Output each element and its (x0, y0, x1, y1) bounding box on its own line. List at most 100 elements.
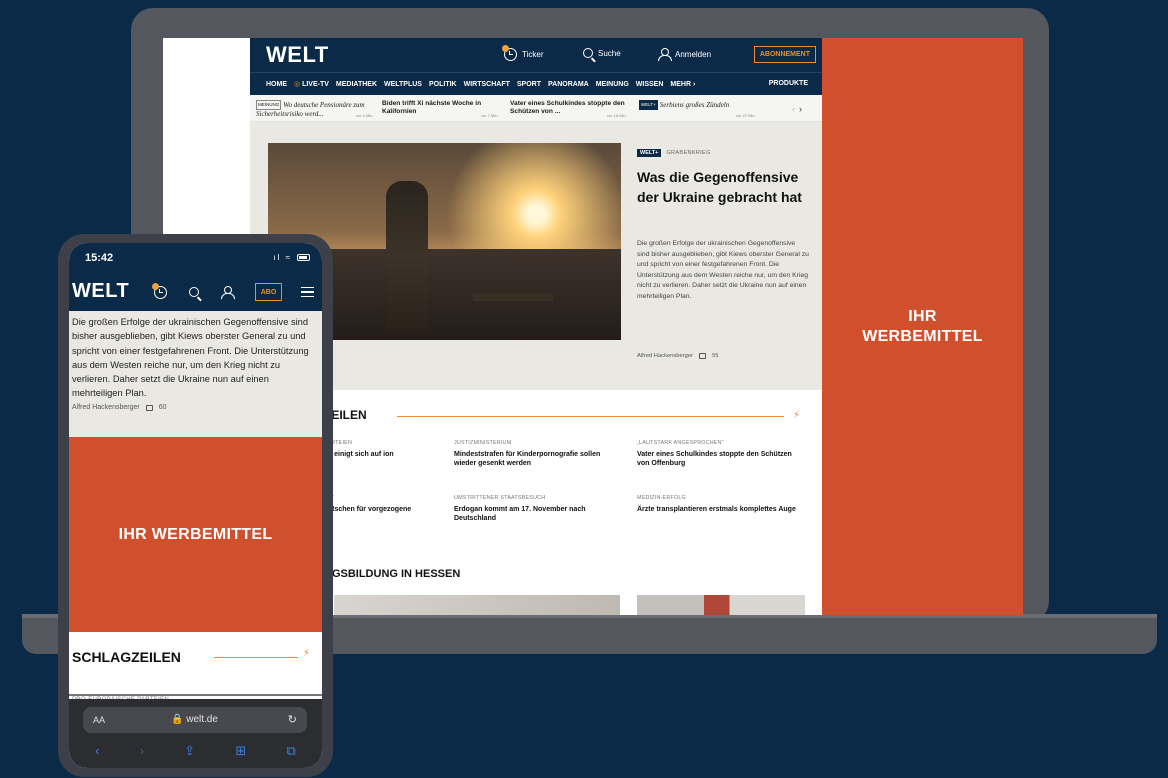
search-button[interactable]: Suche (583, 48, 621, 58)
hero-article[interactable]: WELT+ GRABENKRIEG Was die Gegenoffensive… (250, 122, 822, 390)
notification-dot-icon (502, 45, 509, 52)
headline-item[interactable]: JUSTIZMINISTERIUM Mindeststrafen für Kin… (454, 440, 614, 468)
ticker-button[interactable]: Ticker (502, 45, 544, 61)
battery-icon (297, 254, 310, 261)
safari-bar: AA 🔒 welt.de ↻ ‹ › ⇪ ⊞ ⧉ (69, 699, 322, 768)
hero-tags: WELT+ GRABENKRIEG (637, 149, 711, 157)
login-label: Anmelden (675, 49, 712, 59)
phone-author: Alfred Hackensberger (72, 404, 140, 411)
main-nav: HOME ◎ LIVE-TV MEDIATHEK WELTPLUS POLITI… (250, 72, 822, 95)
notification-dot-icon (152, 283, 159, 290)
user-icon[interactable] (221, 286, 235, 299)
abo-button[interactable]: ABO (255, 283, 282, 301)
ticker-label: Ticker (522, 50, 544, 59)
news-ticker: MEINUNG Wo deutsche Pensionäre zum Sicher… (250, 95, 822, 122)
welt-plus-badge: WELT+ (637, 149, 662, 157)
menu-icon[interactable] (301, 287, 314, 297)
nav-item-live-tv[interactable]: ◎ LIVE-TV (294, 80, 329, 88)
nav-item-wirtschaft[interactable]: WIRTSCHAFT (464, 81, 510, 88)
ad-placeholder-mobile: IHR WERBEMITTEL (69, 437, 322, 632)
url-domain: 🔒 welt.de (171, 714, 218, 725)
schlagzeilen-divider (397, 416, 784, 417)
nav-item-panorama[interactable]: PANORAMA (548, 81, 589, 88)
headline-kicker: MEDIZIN-ERFOLG (637, 495, 686, 501)
headline-item[interactable]: UMSTRITTENER STAATSBESUCH Erdogan kommt … (454, 495, 614, 523)
ticker-time: vor 7 Min. (481, 113, 499, 118)
hero-image-table (473, 293, 553, 301)
phone-divider (69, 694, 322, 696)
headline-title: eutschen für vorgezogene (324, 506, 412, 513)
chevron-right-icon[interactable]: › (799, 104, 806, 114)
user-icon (658, 48, 672, 61)
nav-item-weltplus[interactable]: WELTPLUS (384, 81, 422, 88)
nav-item-politik[interactable]: POLITIK (429, 81, 457, 88)
back-icon[interactable]: ‹ (95, 743, 99, 759)
headline-item[interactable]: „LAUTSTARK ANGESPROCHEN“ Vater eines Sch… (637, 440, 797, 468)
headline-item[interactable]: PARTEIEN en einigt sich auf ion (324, 440, 414, 459)
article-thumbnail[interactable] (334, 595, 620, 615)
ticker-item[interactable]: WELT+ Serbiens großes Zündeln (639, 100, 759, 110)
headline-kicker: „LAUTSTARK ANGESPROCHEN“ (637, 440, 724, 446)
phone-article[interactable]: Die großen Erfolge der ukrainischen Gege… (69, 311, 322, 437)
reader-aa-button[interactable]: AA (93, 715, 105, 725)
hero-author-row: Alfred Hackensberger 55 (637, 353, 719, 359)
ticker-clock-icon[interactable] (152, 283, 167, 299)
headline-kicker: ND“ (324, 495, 434, 501)
ad-placeholder-desktop: IHR WERBEMITTEL (822, 38, 1023, 615)
ad-text-line1: IHR (908, 307, 937, 325)
ticker-time: vor 16 Min. (607, 113, 627, 118)
nav-item-mediathek[interactable]: MEDIATHEK (336, 81, 377, 88)
subscribe-button[interactable]: ABONNEMENT (753, 46, 816, 63)
comment-icon[interactable] (699, 353, 707, 359)
nav-item-wissen[interactable]: WISSEN (636, 81, 664, 88)
bookmarks-icon[interactable]: ⊞ (235, 743, 246, 759)
welt-logo[interactable]: WELT (266, 42, 329, 68)
hero-teaser: Die großen Erfolge der ukrainischen Gege… (637, 240, 809, 300)
nav-item-home[interactable]: HOME (266, 81, 287, 88)
phone-schlagzeilen-heading: SCHLAGZEILEN (72, 649, 181, 665)
lightning-icon: ⚡ (793, 410, 801, 421)
share-icon[interactable]: ⇪ (184, 743, 195, 759)
phone-author-row: Alfred Hackensberger 60 (72, 404, 167, 411)
hero-kicker: GRABENKRIEG (666, 150, 711, 156)
welt-logo[interactable]: WELT (72, 280, 129, 303)
phone-article-teaser: Die großen Erfolge der ukrainischen Gege… (72, 317, 309, 399)
headline-item[interactable]: ND“ eutschen für vorgezogene (324, 495, 434, 514)
forward-icon[interactable]: › (140, 743, 144, 759)
ad-text: IHR WERBEMITTEL (118, 525, 273, 543)
headline-item[interactable]: MEDIZIN-ERFOLG Ärzte transplantieren ers… (637, 495, 797, 514)
article-thumbnail[interactable] (637, 595, 805, 615)
ticker-text: Serbiens großes Zündeln (659, 101, 730, 109)
bildung-heading: NGSBILDUNG IN HESSEN (324, 568, 461, 580)
headline-kicker: JUSTIZMINISTERIUM (454, 440, 512, 446)
search-icon[interactable] (189, 287, 199, 297)
headline-title: Erdogan kommt am 17. November nach Deuts… (454, 506, 586, 522)
nav-item-mehr[interactable]: MEHR › (670, 81, 695, 88)
ticker-tag: MEINUNG (256, 100, 282, 110)
tabs-icon[interactable]: ⧉ (287, 743, 296, 759)
login-button[interactable]: Anmelden (658, 48, 712, 61)
nav-item-meinung[interactable]: MEINUNG (596, 81, 629, 88)
headline-title: Mindeststrafen für Kinderpornografie sol… (454, 451, 601, 467)
nav-item-sport[interactable]: SPORT (517, 81, 541, 88)
address-bar[interactable]: AA 🔒 welt.de ↻ (83, 707, 307, 733)
ticker-time: vor 27 Min. (736, 113, 756, 118)
welt-desktop-site: WELT Ticker Suche Anmelden ABONNEMENT HO… (250, 38, 822, 615)
hero-title[interactable]: Was die Gegenoffensive der Ukraine gebra… (637, 167, 817, 207)
phone-comment-count[interactable]: 60 (159, 404, 167, 411)
headline-title: Ärzte transplantieren erstmals komplette… (637, 506, 796, 513)
ticker-clock-icon (502, 45, 517, 61)
reload-icon[interactable]: ↻ (288, 713, 297, 726)
nav-item-produkte[interactable]: PRODUKTE (769, 80, 808, 87)
chevron-left-icon[interactable]: ‹ (792, 104, 799, 114)
headline-kicker: UMSTRITTENER STAATSBESUCH (454, 495, 546, 501)
safari-toolbar: ‹ › ⇪ ⊞ ⧉ (69, 743, 322, 759)
nav-item-mehr-label: MEHR (670, 80, 692, 88)
signal-wifi-icon: ıl ≈ (273, 253, 292, 262)
hero-comment-count[interactable]: 55 (712, 353, 718, 359)
ticker-time: vor 4 Min. (356, 113, 374, 118)
ticker-arrows[interactable]: ‹› (792, 104, 806, 114)
comment-icon[interactable] (145, 404, 153, 411)
hero-image-soldier (386, 181, 428, 331)
lightning-icon: ⚡ (303, 648, 311, 659)
